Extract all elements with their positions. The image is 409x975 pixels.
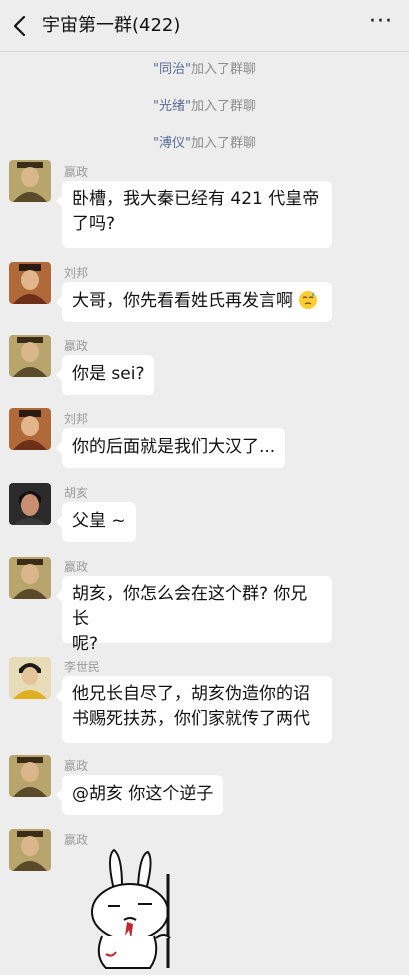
message-bubble[interactable]: 卧槽，我大秦已经有 421 代皇帝 了吗? bbox=[56, 181, 332, 248]
system-message: "同治"加入了群聊 bbox=[0, 58, 409, 77]
message-line: 他兄长自尽了，胡亥伪造你的诏 bbox=[72, 684, 310, 704]
message-line: 胡亥，你怎么会在这个群? 你兄长 bbox=[72, 584, 308, 629]
message-line: 父皇 ~ bbox=[72, 511, 126, 531]
sender-name: 胡亥 bbox=[64, 486, 89, 500]
message-bubble[interactable]: 大哥，你先看看姓氏再发言啊 bbox=[56, 282, 332, 322]
avatar-yingzheng[interactable] bbox=[9, 755, 51, 797]
sender-name: 嬴政 bbox=[64, 560, 89, 574]
avatar-liubang[interactable] bbox=[9, 262, 51, 304]
joined-member-name[interactable]: "溥仪" bbox=[153, 136, 191, 151]
message-line: 书赐死扶苏，你们家就传了两代 bbox=[72, 709, 310, 729]
chat-title: 宇宙第一群(422) bbox=[42, 15, 181, 36]
message-bubble[interactable]: 你的后面就是我们大汉了... bbox=[55, 428, 286, 468]
sender-name: 嬴政 bbox=[64, 339, 89, 353]
message-line: 了吗? bbox=[72, 214, 116, 234]
message-line: @胡亥 你这个逆子 bbox=[72, 784, 214, 804]
message-line: 呢? bbox=[72, 634, 99, 654]
message-bubble[interactable]: 你是 sei? bbox=[55, 355, 155, 395]
sender-name: 刘邦 bbox=[64, 412, 89, 426]
message-line: 你是 sei? bbox=[72, 364, 145, 384]
sender-name: 嬴政 bbox=[64, 759, 89, 773]
back-arrow-icon[interactable] bbox=[9, 14, 31, 38]
message-line: 卧槽，我大秦已经有 421 代皇帝 bbox=[72, 189, 320, 209]
joined-member-name[interactable]: "光绪" bbox=[153, 99, 191, 114]
avatar-huhai[interactable] bbox=[9, 483, 51, 525]
sweat-smile-emoji-icon bbox=[298, 290, 318, 310]
message-bubble[interactable]: 胡亥，你怎么会在这个群? 你兄长 呢? bbox=[56, 576, 332, 654]
system-message: "溥仪"加入了群聊 bbox=[0, 132, 409, 151]
system-message-text: 加入了群聊 bbox=[190, 136, 256, 151]
message-bubble[interactable]: 父皇 ~ bbox=[56, 502, 136, 542]
sender-name: 李世民 bbox=[64, 660, 101, 674]
avatar-yingzheng[interactable] bbox=[9, 335, 51, 377]
avatar-yingzheng[interactable] bbox=[9, 557, 51, 599]
system-message: "光绪"加入了群聊 bbox=[0, 95, 409, 114]
joined-member-name[interactable]: "同治" bbox=[153, 62, 191, 77]
message-bubble[interactable]: 他兄长自尽了，胡亥伪造你的诏 书赐死扶苏，你们家就传了两代 bbox=[56, 676, 332, 743]
avatar-yingzheng[interactable] bbox=[9, 160, 51, 202]
rabbit-sticker-icon[interactable] bbox=[80, 846, 190, 971]
message-line: 你的后面就是我们大汉了... bbox=[72, 437, 276, 457]
message-bubble[interactable]: @胡亥 你这个逆子 bbox=[55, 775, 224, 815]
system-message-text: 加入了群聊 bbox=[190, 99, 256, 114]
sender-name: 嬴政 bbox=[64, 165, 89, 179]
system-message-text: 加入了群聊 bbox=[190, 62, 256, 77]
avatar-liubang[interactable] bbox=[9, 408, 51, 450]
avatar-yingzheng[interactable] bbox=[9, 829, 51, 871]
more-options-button[interactable]: ··· bbox=[369, 10, 393, 34]
chat-header: 宇宙第一群(422) ··· bbox=[0, 0, 409, 52]
avatar-lishimin[interactable] bbox=[9, 657, 51, 699]
sender-name: 刘邦 bbox=[64, 266, 89, 280]
message-line: 大哥，你先看看姓氏再发言啊 bbox=[72, 291, 293, 311]
